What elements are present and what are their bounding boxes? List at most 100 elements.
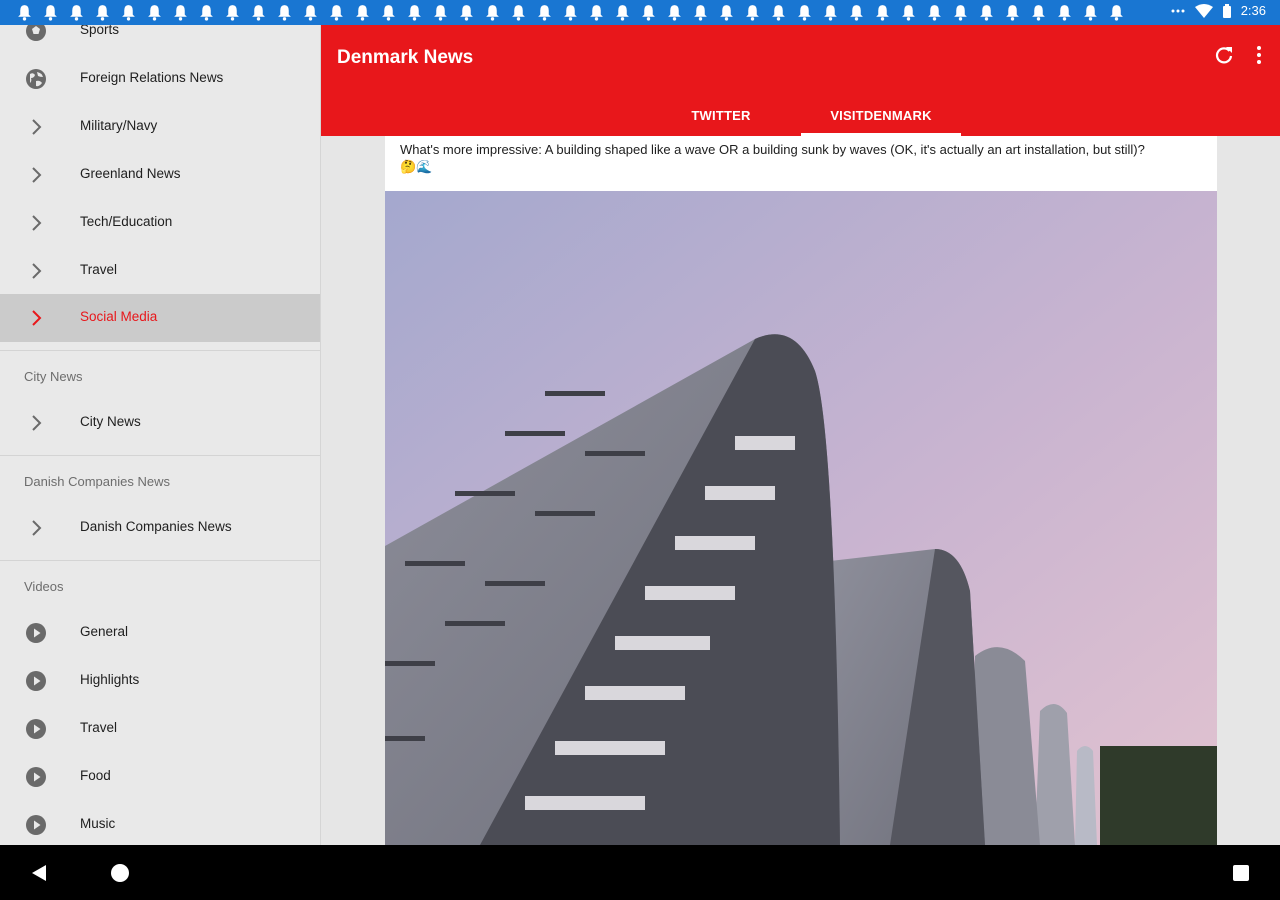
wifi-icon <box>1194 3 1213 18</box>
bell-icon <box>562 4 579 21</box>
navigation-drawer: Sports Foreign Relations News Military/N… <box>0 25 321 845</box>
bell-icon <box>718 4 735 21</box>
overflow-dots-icon <box>1171 9 1185 12</box>
home-icon[interactable] <box>110 863 130 888</box>
bell-icon <box>68 4 85 21</box>
app-bar-actions <box>1214 45 1262 70</box>
bell-icon <box>328 4 345 21</box>
app-bar: Denmark News TWITTER VISITDENMARK <box>321 25 1280 136</box>
drawer-item-label: Social Media <box>80 309 158 324</box>
drawer-item-danish-companies-news[interactable]: Danish Companies News <box>0 504 320 552</box>
battery-icon <box>1222 3 1231 18</box>
bell-icon <box>16 4 33 21</box>
bell-icon <box>614 4 631 21</box>
section-header-city-news: City News <box>24 369 83 384</box>
play-circle-icon <box>24 813 48 837</box>
bell-icon <box>666 4 683 21</box>
system-nav-bar <box>0 845 1280 900</box>
bell-icon <box>952 4 969 21</box>
tab-visitdenmark[interactable]: VISITDENMARK <box>801 95 961 136</box>
play-circle-icon <box>24 621 48 645</box>
drawer-item-sports[interactable]: Sports <box>0 25 320 55</box>
tab-bar: TWITTER VISITDENMARK <box>641 95 961 136</box>
drawer-item-label: Danish Companies News <box>80 519 232 534</box>
drawer-item-video-general[interactable]: General <box>0 609 320 657</box>
drawer-item-video-highlights[interactable]: Highlights <box>0 657 320 705</box>
bell-icon <box>1030 4 1047 21</box>
tab-twitter[interactable]: TWITTER <box>641 95 801 136</box>
tweet-text-block: What's more impressive: A building shape… <box>400 141 1210 175</box>
drawer-item-greenland-news[interactable]: Greenland News <box>0 151 320 199</box>
bell-icon <box>640 4 657 21</box>
bell-icon <box>380 4 397 21</box>
chevron-right-icon <box>24 115 48 139</box>
bell-icon <box>822 4 839 21</box>
drawer-item-video-food[interactable]: Food <box>0 753 320 801</box>
bell-icon <box>796 4 813 21</box>
bell-icon <box>744 4 761 21</box>
drawer-item-label: Tech/Education <box>80 214 173 229</box>
play-circle-icon <box>24 669 48 693</box>
bell-icon <box>42 4 59 21</box>
drawer-item-label: Travel <box>80 720 118 735</box>
chevron-right-icon <box>24 259 48 283</box>
chevron-right-icon <box>24 516 48 540</box>
drawer-item-label: Highlights <box>80 672 140 687</box>
status-bar: 2:36 <box>0 0 1280 25</box>
drawer-item-label: Foreign Relations News <box>80 70 224 85</box>
notification-icons <box>16 4 1125 21</box>
drawer-item-video-music[interactable]: Music <box>0 801 320 845</box>
drawer-item-foreign-relations[interactable]: Foreign Relations News <box>0 55 320 103</box>
bell-icon <box>1108 4 1125 21</box>
bell-icon <box>1082 4 1099 21</box>
bell-icon <box>484 4 501 21</box>
app-title: Denmark News <box>337 47 474 68</box>
drawer-item-label: Greenland News <box>80 166 181 181</box>
feed-content: What's more impressive: A building shape… <box>321 136 1280 845</box>
play-circle-icon <box>24 765 48 789</box>
bell-icon <box>510 4 527 21</box>
status-time: 2:36 <box>1240 3 1266 18</box>
tweet-emoji: 🤔🌊 <box>400 159 433 174</box>
bell-icon <box>1004 4 1021 21</box>
drawer-divider <box>0 560 320 561</box>
drawer-item-label: Military/Navy <box>80 118 158 133</box>
drawer-item-label: Sports <box>80 25 120 37</box>
drawer-divider <box>0 455 320 456</box>
chevron-right-icon <box>24 163 48 187</box>
drawer-item-label: Food <box>80 768 111 783</box>
drawer-item-label: Travel <box>80 262 118 277</box>
bell-icon <box>978 4 995 21</box>
section-header-videos: Videos <box>24 579 64 594</box>
more-vert-icon[interactable] <box>1256 45 1262 70</box>
bell-icon <box>224 4 241 21</box>
bell-icon <box>770 4 787 21</box>
drawer-item-city-news[interactable]: City News <box>0 399 320 447</box>
drawer-item-video-travel[interactable]: Travel <box>0 705 320 753</box>
bell-icon <box>848 4 865 21</box>
drawer-item-military-navy[interactable]: Military/Navy <box>0 103 320 151</box>
wave-building-photo[interactable] <box>385 191 1217 845</box>
drawer-item-tech-education[interactable]: Tech/Education <box>0 199 320 247</box>
bell-icon <box>354 4 371 21</box>
chevron-right-icon <box>24 411 48 435</box>
bell-icon <box>94 4 111 21</box>
play-circle-icon <box>24 717 48 741</box>
drawer-item-social-media[interactable]: Social Media <box>0 294 320 342</box>
back-icon[interactable] <box>30 863 48 888</box>
recents-icon[interactable] <box>1232 864 1250 887</box>
refresh-icon[interactable] <box>1214 45 1234 70</box>
bell-icon <box>926 4 943 21</box>
section-header-danish-companies: Danish Companies News <box>24 474 170 489</box>
drawer-item-label: General <box>80 624 129 639</box>
bell-icon <box>406 4 423 21</box>
tweet-card[interactable]: What's more impressive: A building shape… <box>385 136 1217 845</box>
bell-icon <box>536 4 553 21</box>
bell-icon <box>146 4 163 21</box>
bell-icon <box>1056 4 1073 21</box>
bell-icon <box>458 4 475 21</box>
drawer-item-travel[interactable]: Travel <box>0 247 320 295</box>
bell-icon <box>874 4 891 21</box>
bell-icon <box>432 4 449 21</box>
bell-icon <box>900 4 917 21</box>
